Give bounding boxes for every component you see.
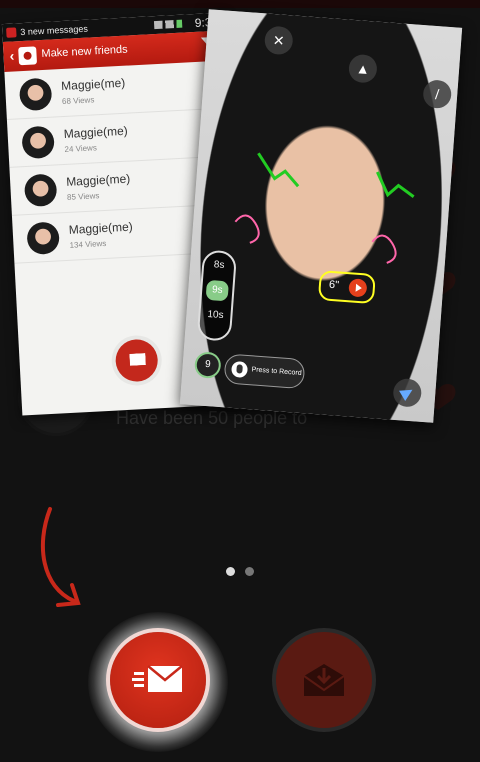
avatar (18, 77, 53, 112)
avatar (26, 221, 60, 256)
app-logo-icon (18, 46, 38, 66)
friend-name: Maggie(me) (68, 219, 134, 237)
mic-icon (230, 360, 249, 379)
friend-views: 68 Views (61, 95, 95, 107)
record-label: Press to Record (251, 366, 302, 377)
envelope-send-icon (129, 353, 146, 366)
timer-option-selected[interactable]: 9s (205, 279, 229, 302)
play-icon (348, 278, 368, 298)
friend-views: 134 Views (69, 238, 107, 250)
record-button[interactable]: Press to Record (223, 353, 306, 390)
camera-screenshot: ✕ ▲ / 8s 9s 10s 9 Press to Record 6" (179, 9, 463, 423)
signal-icon (153, 19, 183, 30)
friend-views: 24 Views (64, 143, 98, 154)
arrow-icon (40, 507, 81, 607)
envelope-receive-icon (303, 664, 345, 696)
friend-name: Maggie(me) (60, 75, 126, 94)
doodle-overlay (234, 152, 415, 264)
back-icon[interactable]: ‹ (9, 47, 15, 63)
video-duration: 6" (328, 278, 340, 292)
page-indicator-active[interactable] (226, 567, 235, 576)
timer-option[interactable]: 8s (203, 252, 235, 280)
friend-name: Maggie(me) (63, 123, 129, 141)
notification-text: 3 new messages (20, 23, 89, 38)
timer-option[interactable]: 10s (200, 301, 232, 329)
send-message-button[interactable] (110, 632, 206, 728)
avatar (23, 173, 58, 208)
app-title: Make new friends (41, 43, 128, 61)
page-indicator[interactable] (245, 567, 254, 576)
notification-icon (6, 27, 17, 38)
send-message-fab[interactable] (114, 338, 159, 383)
envelope-send-icon (132, 665, 183, 692)
avatar (21, 125, 55, 160)
receive-message-button[interactable] (276, 632, 372, 728)
video-clip-tag[interactable]: 6" (317, 270, 376, 305)
timer-selector[interactable]: 8s 9s 10s (196, 249, 238, 342)
friend-views: 85 Views (66, 191, 100, 202)
friend-name: Maggie(me) (65, 171, 131, 189)
